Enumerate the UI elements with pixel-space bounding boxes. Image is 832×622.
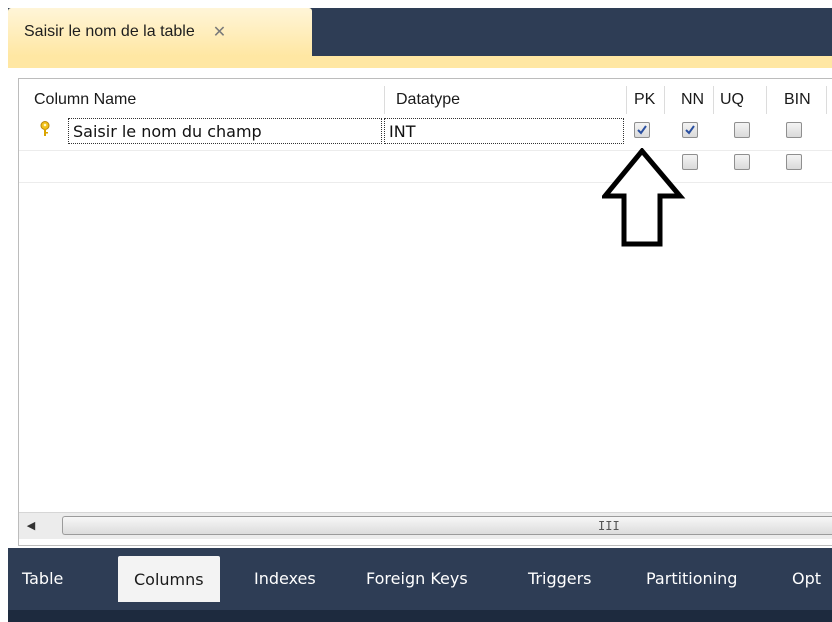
document-tab-label: Saisir le nom de la table <box>24 23 195 40</box>
primary-key-icon <box>40 121 50 136</box>
tab-table[interactable]: Table <box>22 556 63 600</box>
tab-columns[interactable]: Columns <box>118 556 220 602</box>
header-separator <box>713 86 714 114</box>
header-datatype[interactable]: Datatype <box>396 86 460 114</box>
tab-foreign-keys[interactable]: Foreign Keys <box>366 556 468 600</box>
bin-checkbox[interactable] <box>786 122 802 138</box>
header-nn[interactable]: NN <box>681 86 704 114</box>
checkmark-icon <box>685 125 695 135</box>
tab-accent-band <box>8 56 832 68</box>
row-separator <box>19 150 832 151</box>
header-separator <box>384 86 385 114</box>
header-separator <box>826 86 827 114</box>
columns-grid <box>18 78 832 546</box>
top-margin <box>0 0 832 8</box>
header-bin[interactable]: BIN <box>784 86 811 114</box>
up-arrow-outline-icon <box>602 148 686 247</box>
tab-options[interactable]: Opt <box>792 556 821 600</box>
tab-indexes[interactable]: Indexes <box>254 556 316 600</box>
pk-checkbox[interactable] <box>634 122 650 138</box>
datatype-cell[interactable]: INT <box>384 118 624 144</box>
uq-checkbox-empty-row[interactable] <box>734 154 750 170</box>
left-margin <box>0 0 8 622</box>
nn-checkbox[interactable] <box>682 122 698 138</box>
header-separator <box>626 86 627 114</box>
column-name-cell[interactable]: Saisir le nom du champ <box>68 118 382 144</box>
scroll-thumb[interactable] <box>62 516 832 535</box>
header-separator <box>766 86 767 114</box>
document-tab[interactable]: Saisir le nom de la table ✕ <box>8 8 312 56</box>
row-separator <box>19 182 832 183</box>
tab-partitioning[interactable]: Partitioning <box>646 556 737 600</box>
checkmark-icon <box>637 125 647 135</box>
header-column-name[interactable]: Column Name <box>34 86 136 114</box>
tab-triggers[interactable]: Triggers <box>528 556 592 600</box>
uq-checkbox[interactable] <box>734 122 750 138</box>
header-uq[interactable]: UQ <box>720 86 744 114</box>
scroll-grip-icon: III <box>598 519 620 533</box>
scroll-left-icon[interactable]: ◀ <box>19 513 43 538</box>
bin-checkbox-empty-row[interactable] <box>786 154 802 170</box>
header-pk[interactable]: PK <box>634 86 655 114</box>
header-separator <box>664 86 665 114</box>
close-icon[interactable]: ✕ <box>213 22 226 42</box>
